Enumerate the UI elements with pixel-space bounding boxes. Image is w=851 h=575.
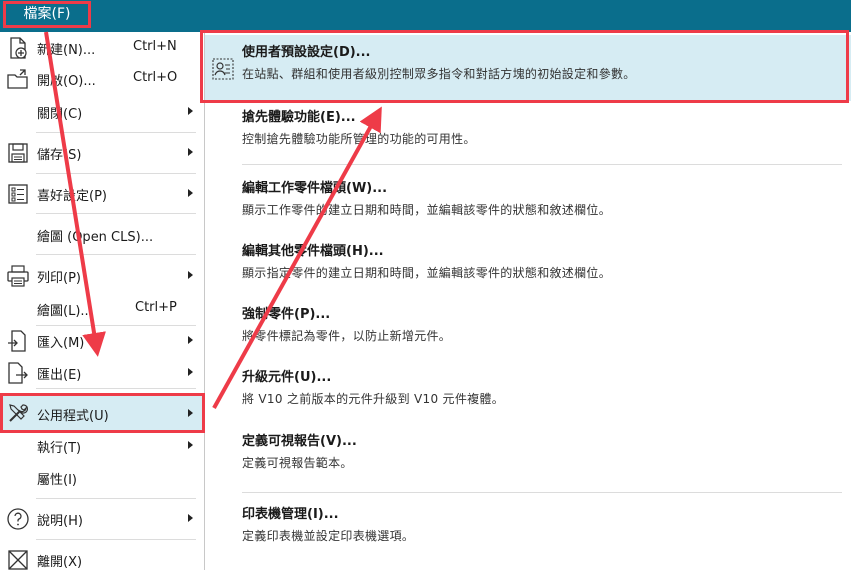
submenu-arrow-icon bbox=[188, 148, 193, 156]
save-disk-icon bbox=[8, 143, 28, 163]
submenu-item-printer-admin[interactable]: 印表機管理(I)... 定義印表機並設定印表機選項。 bbox=[205, 497, 851, 559]
menu-item-shortcut: Ctrl+N bbox=[133, 39, 177, 54]
submenu-item-title: 強制零件(P)... bbox=[242, 307, 331, 322]
menu-item-help[interactable]: 說明(H) bbox=[0, 503, 204, 534]
submenu-item-description: 控制搶先體驗功能所管理的功能的可用性。 bbox=[242, 132, 476, 146]
menu-item-shortcut: Ctrl+O bbox=[133, 70, 178, 85]
menu-item-new[interactable]: 新建(N)... Ctrl+N bbox=[0, 32, 204, 63]
menu-item-print[interactable]: 列印(P) bbox=[0, 260, 204, 291]
submenu-item-title: 搶先體驗功能(E)... bbox=[242, 110, 356, 125]
submenu-item-description: 定義可視報告範本。 bbox=[242, 456, 353, 470]
import-icon bbox=[8, 330, 26, 352]
submenu-arrow-icon bbox=[188, 189, 193, 197]
new-document-icon bbox=[10, 37, 27, 59]
submenu-item-description: 顯示工作零件的建立日期和時間，並編輯該零件的狀態和敘述欄位。 bbox=[242, 203, 612, 217]
menu-item-save[interactable]: 儲存(S) bbox=[0, 137, 204, 168]
menu-separator bbox=[36, 173, 196, 174]
menu-item-label: 執行(T) bbox=[37, 441, 82, 456]
menu-item-label: 離開(X) bbox=[37, 555, 83, 570]
submenu-arrow-icon bbox=[188, 107, 193, 115]
menu-item-plot-open-cls[interactable]: 繪圖 (Open CLS)... bbox=[0, 219, 204, 250]
help-icon bbox=[7, 508, 29, 530]
file-menu-tab[interactable]: 檔案(F) bbox=[3, 1, 91, 28]
annotation-box-utilities bbox=[0, 393, 205, 433]
submenu-item-enforce-part[interactable]: 強制零件(P)... 將零件標記為零件，以防止新增元件。 bbox=[205, 297, 851, 359]
submenu-arrow-icon bbox=[188, 514, 193, 522]
menu-separator bbox=[36, 498, 196, 499]
menu-item-label: 新建(N)... bbox=[37, 43, 96, 58]
menu-item-export[interactable]: 匯出(E) bbox=[0, 357, 204, 388]
menu-separator bbox=[36, 213, 196, 214]
submenu-item-description: 定義印表機並設定印表機選項。 bbox=[242, 529, 415, 543]
submenu-item-title: 升級元件(U)... bbox=[242, 370, 332, 385]
submenu-item-title: 編輯工作零件檔頭(W)... bbox=[242, 181, 388, 196]
submenu-item-define-visual-report[interactable]: 定義可視報告(V)... 定義可視報告範本。 bbox=[205, 424, 851, 486]
submenu-separator bbox=[242, 492, 842, 493]
submenu-item-description: 將 V10 之前版本的元件升級到 V10 元件複體。 bbox=[242, 392, 505, 406]
submenu-arrow-icon bbox=[188, 441, 193, 449]
submenu-arrow-icon bbox=[188, 336, 193, 344]
menu-item-label: 列印(P) bbox=[37, 271, 81, 286]
file-menu: 新建(N)... Ctrl+N 開啟(O)... Ctrl+O 關閉(C) 儲存… bbox=[0, 32, 205, 570]
submenu-item-description: 將零件標記為零件，以防止新增元件。 bbox=[242, 329, 452, 343]
menu-item-import[interactable]: 匯入(M) bbox=[0, 325, 204, 356]
menu-item-label: 繪圖(L)... bbox=[37, 304, 93, 319]
submenu-item-title: 定義可視報告(V)... bbox=[242, 434, 357, 449]
menu-item-label: 說明(H) bbox=[37, 514, 83, 529]
menu-item-close[interactable]: 關閉(C) bbox=[0, 96, 204, 127]
submenu-item-title: 印表機管理(I)... bbox=[242, 507, 339, 522]
annotation-box-user-defaults bbox=[200, 30, 849, 103]
menu-item-label: 匯入(M) bbox=[37, 336, 85, 351]
utilities-submenu: 使用者預設設定(D)... 在站點、群組和使用者級別控制眾多指令和對話方塊的初始… bbox=[205, 32, 851, 570]
menu-separator bbox=[36, 132, 196, 133]
submenu-arrow-icon bbox=[188, 271, 193, 279]
menu-item-preferences[interactable]: 喜好設定(P) bbox=[0, 178, 204, 209]
menu-item-properties[interactable]: 屬性(I) bbox=[0, 462, 204, 493]
menu-item-label: 匯出(E) bbox=[37, 368, 82, 383]
menu-item-label: 繪圖 (Open CLS)... bbox=[37, 230, 154, 245]
menu-separator bbox=[36, 539, 196, 540]
submenu-item-early-access[interactable]: 搶先體驗功能(E)... 控制搶先體驗功能所管理的功能的可用性。 bbox=[205, 100, 851, 162]
printer-icon bbox=[7, 265, 29, 287]
menu-item-label: 喜好設定(P) bbox=[37, 189, 107, 204]
menu-item-label: 儲存(S) bbox=[37, 148, 82, 163]
menu-item-label: 屬性(I) bbox=[37, 473, 77, 488]
menu-item-open[interactable]: 開啟(O)... Ctrl+O bbox=[0, 63, 204, 94]
menu-item-plot[interactable]: 繪圖(L)... Ctrl+P bbox=[0, 293, 204, 324]
menu-separator bbox=[36, 254, 196, 255]
menu-item-shortcut: Ctrl+P bbox=[135, 300, 177, 315]
menu-bar: 檔案(F) bbox=[0, 0, 851, 32]
menu-item-exit[interactable]: 離開(X) bbox=[0, 544, 204, 575]
submenu-item-edit-work-part-header[interactable]: 編輯工作零件檔頭(W)... 顯示工作零件的建立日期和時間，並編輯該零件的狀態和… bbox=[205, 171, 851, 233]
submenu-item-edit-other-part-header[interactable]: 編輯其他零件檔頭(H)... 顯示指定零件的建立日期和時間，並編輯該零件的狀態和… bbox=[205, 234, 851, 296]
submenu-item-upgrade-components[interactable]: 升級元件(U)... 將 V10 之前版本的元件升級到 V10 元件複體。 bbox=[205, 360, 851, 422]
open-folder-icon bbox=[7, 69, 28, 89]
submenu-item-title: 編輯其他零件檔頭(H)... bbox=[242, 244, 384, 259]
exit-icon bbox=[8, 550, 28, 570]
submenu-arrow-icon bbox=[188, 368, 193, 376]
preferences-list-icon bbox=[8, 184, 28, 204]
export-icon bbox=[8, 362, 28, 384]
menu-separator bbox=[36, 388, 196, 389]
menu-item-label: 開啟(O)... bbox=[37, 74, 96, 89]
submenu-separator bbox=[242, 164, 842, 165]
menu-item-execute[interactable]: 執行(T) bbox=[0, 430, 204, 461]
menu-item-label: 關閉(C) bbox=[37, 107, 83, 122]
submenu-item-description: 顯示指定零件的建立日期和時間，並編輯該零件的狀態和敘述欄位。 bbox=[242, 266, 612, 280]
